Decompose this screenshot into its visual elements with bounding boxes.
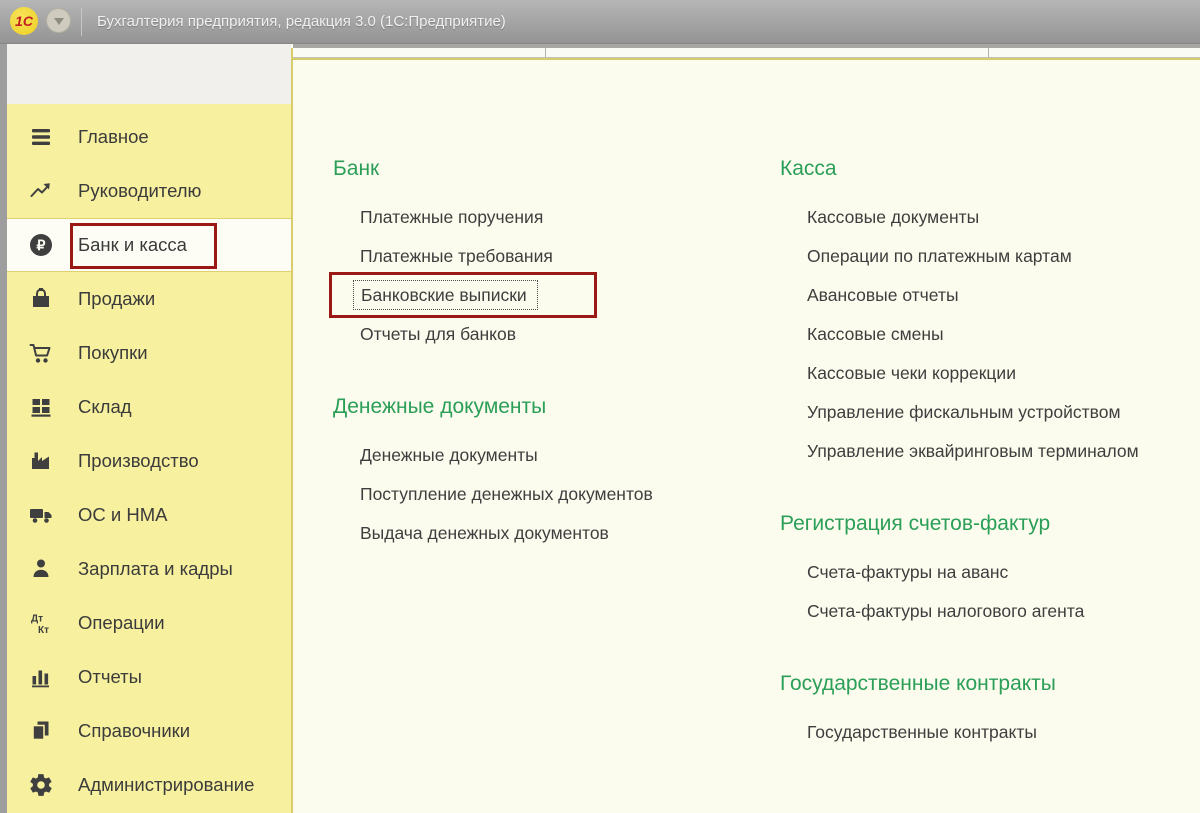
- shopping-cart-icon: [28, 340, 54, 366]
- sidebar-item-label: Операции: [78, 612, 165, 633]
- sidebar-item-salary-hr[interactable]: Зарплата и кадры: [7, 542, 291, 596]
- window-title: Бухгалтерия предприятия, редакция 3.0 (1…: [97, 13, 506, 30]
- content-link-bank-statements[interactable]: Банковские выписки: [333, 276, 763, 315]
- content-link[interactable]: Кассовые смены: [780, 315, 1200, 354]
- content-link[interactable]: Операции по платежным картам: [780, 237, 1200, 276]
- sidebar-item-label: Отчеты: [78, 666, 142, 687]
- content-link[interactable]: Платежные требования: [333, 237, 763, 276]
- chevron-down-icon: [53, 18, 64, 25]
- keyboard-focus-ring: Банковские выписки: [353, 280, 538, 310]
- content-link[interactable]: Денежные документы: [333, 436, 763, 475]
- trend-arrow-icon: [28, 178, 54, 204]
- sidebar-item-label: Администрирование: [78, 774, 255, 795]
- sidebar-item-warehouse[interactable]: Склад: [7, 380, 291, 434]
- content-column-cash: Касса Кассовые документы Операции по пла…: [780, 157, 1200, 752]
- content-link[interactable]: Государственные контракты: [780, 713, 1200, 752]
- content-link[interactable]: Отчеты для банков: [333, 315, 763, 354]
- section-title: Касса: [780, 157, 837, 180]
- ruble-circle-icon: ₽: [28, 232, 54, 258]
- sidebar-item-label: Банк и касса: [78, 234, 187, 255]
- sidebar-item-operations[interactable]: Дт Кт Операции: [7, 596, 291, 650]
- content-link[interactable]: Поступление денежных документов: [333, 475, 763, 514]
- sidebar-item-fixed-assets[interactable]: ОС и НМА: [7, 488, 291, 542]
- factory-icon: [28, 448, 54, 474]
- sidebar-item-bank-cash[interactable]: ₽ Банк и касса: [7, 218, 291, 272]
- pallet-grid-icon: [28, 394, 54, 420]
- svg-text:₽: ₽: [37, 237, 46, 253]
- svg-text:Дт: Дт: [31, 614, 43, 625]
- debit-credit-icon: Дт Кт: [28, 610, 54, 637]
- section-title: Банк: [333, 157, 380, 180]
- sidebar-item-administration[interactable]: Администрирование: [7, 758, 291, 812]
- sidebar-item-label: Покупки: [78, 342, 148, 363]
- section-title: Регистрация счетов-фактур: [780, 512, 1051, 535]
- quick-access-toolbar: [7, 44, 291, 131]
- content-link[interactable]: Счета-фактуры налогового агента: [780, 592, 1200, 631]
- section-bank: Банк Платежные поручения Платежные требо…: [333, 157, 763, 354]
- sidebar-item-label: Главное: [78, 126, 149, 147]
- sidebar-item-sales[interactable]: Продажи: [7, 272, 291, 326]
- sidebar-item-label: Продажи: [78, 288, 156, 309]
- content-link[interactable]: Выдача денежных документов: [333, 514, 763, 553]
- section-title: Государственные контракты: [780, 672, 1056, 695]
- sidebar-item-label: Производство: [78, 450, 199, 471]
- section-invoice-registration: Регистрация счетов-фактур Счета-фактуры …: [780, 512, 1200, 631]
- person-icon: [28, 556, 54, 582]
- truck-icon: [28, 502, 54, 528]
- bar-chart-icon: [28, 664, 54, 690]
- system-menu-button[interactable]: [46, 8, 71, 33]
- sidebar-item-label: Зарплата и кадры: [78, 558, 233, 579]
- tab-divider: [545, 48, 546, 57]
- sidebar-item-label: Справочники: [78, 720, 191, 741]
- content-link[interactable]: Платежные поручения: [333, 198, 763, 237]
- section-state-contracts: Государственные контракты Государственны…: [780, 672, 1200, 752]
- sidebar-item-directories[interactable]: Справочники: [7, 704, 291, 758]
- svg-text:Кт: Кт: [38, 625, 49, 636]
- sections-panel: Главное Руководителю ₽ Банк и касса Прод…: [7, 104, 291, 813]
- stacked-pages-icon: [28, 718, 54, 744]
- window-left-edge: [0, 44, 7, 813]
- content-link[interactable]: Кассовые документы: [780, 198, 1200, 237]
- section-money-documents: Денежные документы Денежные документы По…: [333, 395, 763, 553]
- tab-divider: [988, 48, 989, 57]
- window-titlebar: 1С Бухгалтерия предприятия, редакция 3.0…: [0, 0, 1200, 44]
- content-link[interactable]: Авансовые отчеты: [780, 276, 1200, 315]
- sidebar-item-label: Руководителю: [78, 180, 202, 201]
- content-link[interactable]: Счета-фактуры на аванс: [780, 553, 1200, 592]
- content-link[interactable]: Управление эквайринговым терминалом: [780, 432, 1200, 471]
- sidebar-item-label: Склад: [78, 396, 132, 417]
- 1c-logo-icon: 1С: [10, 7, 38, 35]
- shopping-bag-icon: [28, 286, 54, 312]
- content-link[interactable]: Кассовые чеки коррекции: [780, 354, 1200, 393]
- sidebar-item-manager[interactable]: Руководителю: [7, 164, 291, 218]
- section-title: Денежные документы: [333, 395, 547, 418]
- sidebar-item-label: ОС и НМА: [78, 504, 168, 525]
- sidebar-item-reports[interactable]: Отчеты: [7, 650, 291, 704]
- form-tab-strip: [293, 48, 1200, 58]
- sidebar-item-purchases[interactable]: Покупки: [7, 326, 291, 380]
- section-cash: Касса Кассовые документы Операции по пла…: [780, 157, 1200, 471]
- gear-icon: [28, 772, 54, 798]
- titlebar-divider: [81, 8, 82, 36]
- sidebar-item-production[interactable]: Производство: [7, 434, 291, 488]
- content-link[interactable]: Управление фискальным устройством: [780, 393, 1200, 432]
- content-column-bank: Банк Платежные поручения Платежные требо…: [333, 157, 763, 553]
- sidebar-item-main[interactable]: Главное: [7, 110, 291, 164]
- hamburger-menu-icon: [28, 124, 54, 150]
